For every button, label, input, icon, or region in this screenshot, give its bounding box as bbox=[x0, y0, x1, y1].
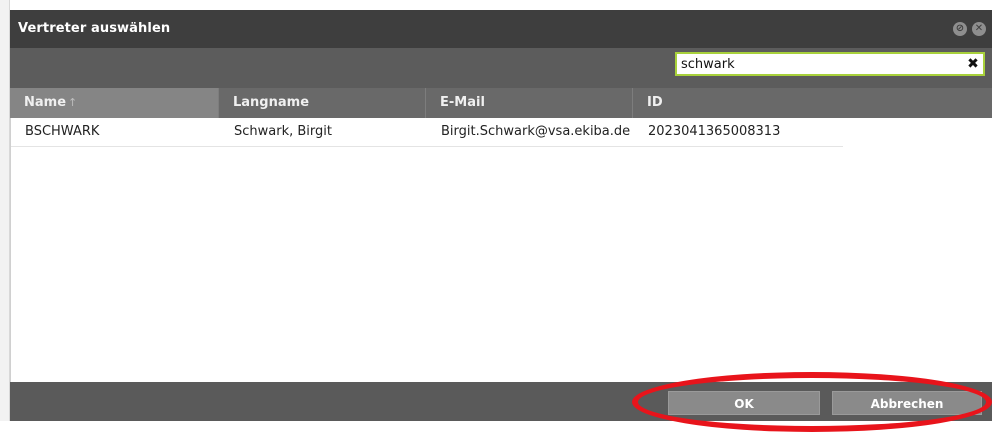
cancel-button[interactable]: Abbrechen bbox=[832, 391, 982, 415]
sort-ascending-icon: ↑ bbox=[68, 96, 78, 109]
dialog-titlebar: Vertreter auswählen ⊘ ✕ bbox=[10, 10, 992, 48]
clear-search-icon[interactable]: ✖ bbox=[965, 55, 981, 73]
column-header-label: Name bbox=[24, 95, 67, 110]
cell-langname: Schwark, Birgit bbox=[234, 124, 332, 139]
select-representative-dialog: Vertreter auswählen ⊘ ✕ ✖ Name↑ Langname… bbox=[10, 10, 992, 421]
background-window-edge bbox=[0, 0, 10, 421]
table-header: Name ↑ Langname E-Mail ID bbox=[10, 88, 992, 118]
dialog-title: Vertreter auswählen bbox=[18, 21, 171, 36]
close-icon[interactable]: ✕ bbox=[972, 22, 986, 36]
column-header-label: Langname bbox=[233, 95, 310, 110]
column-header-email[interactable]: E-Mail bbox=[426, 88, 633, 118]
collapse-icon[interactable]: ⊘ bbox=[953, 22, 967, 36]
cell-email: Birgit.Schwark@vsa.ekiba.de bbox=[441, 124, 631, 139]
search-box: ✖ bbox=[675, 52, 985, 76]
cell-name: BSCHWARK bbox=[25, 124, 100, 139]
cell-id: 2023041365008313 bbox=[648, 124, 781, 139]
column-header-name[interactable]: Name ↑ bbox=[10, 88, 219, 118]
table-body: BSCHWARK Schwark, Birgit Birgit.Schwark@… bbox=[10, 118, 992, 382]
search-input[interactable] bbox=[681, 55, 951, 74]
ok-button[interactable]: OK bbox=[668, 391, 820, 415]
column-header-label: E-Mail bbox=[440, 95, 485, 110]
column-header-langname[interactable]: Langname bbox=[219, 88, 426, 118]
column-header-id[interactable]: ID bbox=[633, 88, 992, 118]
dialog-footer: OK Abbrechen bbox=[10, 382, 992, 421]
table-row[interactable]: BSCHWARK Schwark, Birgit Birgit.Schwark@… bbox=[11, 118, 843, 147]
column-header-label: ID bbox=[647, 95, 663, 110]
